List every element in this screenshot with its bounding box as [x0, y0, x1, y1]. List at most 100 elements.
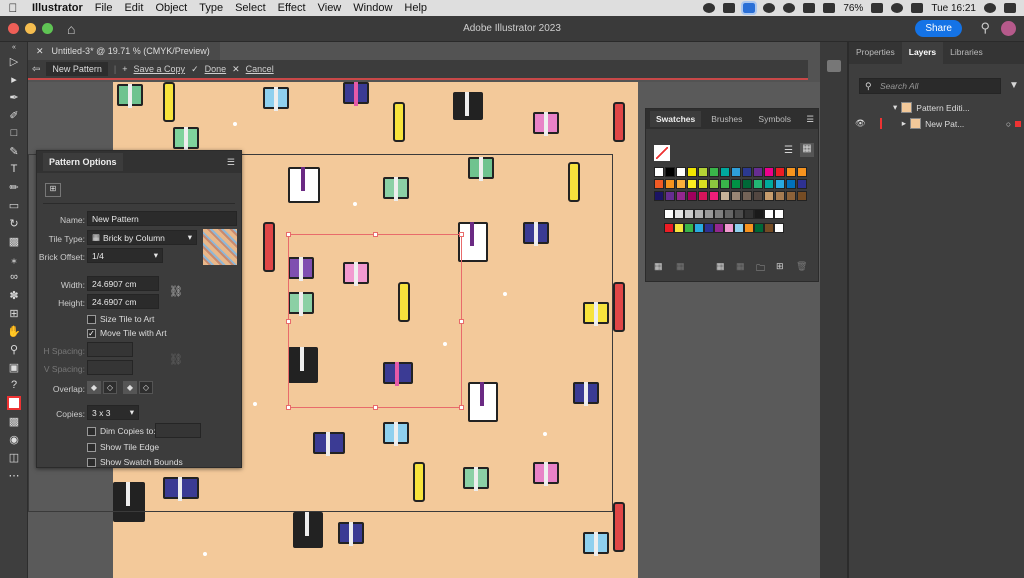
apple-icon[interactable]:  [0, 1, 26, 15]
color-group-swatch[interactable] [734, 223, 744, 233]
screen-mode-icon[interactable]: ◫ [0, 448, 28, 466]
target-icon[interactable]: ○ [1006, 119, 1011, 129]
more-tools-icon[interactable]: ⋯ [0, 466, 28, 484]
color-swatch[interactable] [753, 179, 763, 189]
color-swatch[interactable] [775, 191, 785, 201]
direct-selection-tool-icon[interactable]: ▸ [0, 70, 28, 88]
tab-libraries[interactable]: Libraries [943, 42, 990, 64]
tab-layers[interactable]: Layers [901, 42, 944, 64]
gray-swatch[interactable] [744, 209, 754, 219]
battery-icon[interactable] [871, 3, 884, 13]
gray-swatch[interactable] [664, 209, 674, 219]
tile-editor-icon[interactable]: ⊞ [45, 183, 61, 197]
color-swatch[interactable] [742, 167, 752, 177]
done-link[interactable]: Done [205, 64, 227, 74]
color-swatch[interactable] [687, 179, 697, 189]
tile-handle[interactable] [373, 405, 378, 410]
new-swatch-icon[interactable]: ⊞ [776, 261, 784, 272]
name-field[interactable]: New Pattern [87, 211, 237, 226]
color-group-swatch[interactable] [674, 223, 684, 233]
gradient-tool-icon[interactable]: ▩ [0, 232, 28, 250]
menu-view[interactable]: View [312, 2, 348, 14]
color-swatch[interactable] [665, 179, 675, 189]
sync-icon[interactable] [783, 3, 796, 13]
cancel-link[interactable]: Cancel [246, 64, 274, 74]
pencil-tool-icon[interactable]: ✏ [0, 178, 28, 196]
delete-swatch-icon[interactable]: 🗑 [796, 261, 807, 272]
color-swatch[interactable] [797, 191, 807, 201]
color-swatch[interactable] [709, 191, 719, 201]
back-arrow-icon[interactable]: ⇦ [32, 64, 40, 75]
menu-object[interactable]: Object [149, 2, 193, 14]
tile-handle[interactable] [286, 405, 291, 410]
search-icon[interactable]: ⚲ [980, 20, 990, 36]
document-tab[interactable]: ✕ Untitled-3* @ 19.71 % (CMYK/Preview) [28, 42, 220, 60]
overlap-bottom-in-front-icon[interactable]: ◇ [139, 381, 153, 394]
color-mode-icon[interactable]: ▩ [0, 412, 28, 430]
color-swatch[interactable] [720, 179, 730, 189]
show-tile-edge-checkbox[interactable]: Show Tile Edge [87, 442, 159, 452]
color-swatch[interactable] [786, 167, 796, 177]
menu-help[interactable]: Help [398, 2, 433, 14]
record-icon[interactable] [703, 3, 716, 13]
curvature-tool-icon[interactable]: ✐ [0, 106, 28, 124]
eyedropper-tool-icon[interactable]: ⁎ [0, 250, 28, 268]
pen-tool-icon[interactable]: ✒ [0, 88, 28, 106]
swatch-options-icon[interactable]: ▦ [716, 261, 725, 272]
profile-avatar[interactable] [1001, 21, 1016, 36]
color-swatch[interactable] [742, 179, 752, 189]
blend-tool-icon[interactable]: ∞ [0, 268, 28, 286]
color-swatch[interactable] [731, 167, 741, 177]
dim-copies-checkbox[interactable]: Dim Copies to: [87, 426, 156, 436]
user-avatar-icon[interactable] [984, 3, 996, 13]
color-swatch[interactable] [720, 191, 730, 201]
color-group-swatch[interactable] [764, 223, 774, 233]
comments-icon[interactable] [827, 60, 841, 72]
tab-brushes[interactable]: Brushes [705, 111, 748, 127]
save-copy-link[interactable]: Save a Copy [134, 64, 186, 74]
new-folder-icon[interactable]: 🗀 [756, 261, 765, 277]
collapse-toolbar-icon[interactable]: « [0, 42, 28, 52]
color-swatch[interactable] [676, 191, 686, 201]
tile-handle[interactable] [459, 405, 464, 410]
selection-tool-icon[interactable]: ▷ [0, 52, 28, 70]
help-icon[interactable]: ? [0, 376, 28, 394]
color-swatch[interactable] [709, 179, 719, 189]
pattern-tile-bounds[interactable] [286, 232, 464, 410]
brick-offset-select[interactable]: 1/4 ▾ [87, 248, 163, 263]
color-swatch[interactable] [786, 179, 796, 189]
color-swatch[interactable] [742, 191, 752, 201]
clock[interactable]: Tue 16:21 [931, 3, 976, 14]
width-field[interactable]: 24.6907 cm [87, 276, 159, 291]
link-proportions-icon[interactable]: ⛓ [169, 285, 183, 298]
rotate-tool-icon[interactable]: ↻ [0, 214, 28, 232]
artboard-tool-icon[interactable]: ⊞ [0, 304, 28, 322]
gray-swatch[interactable] [764, 209, 774, 219]
tile-handle[interactable] [459, 232, 464, 237]
color-swatch[interactable] [687, 191, 697, 201]
default-fill-stroke-icon[interactable]: ▣ [0, 358, 28, 376]
symbol-sprayer-tool-icon[interactable]: ✽ [0, 286, 28, 304]
color-group-swatch[interactable] [684, 223, 694, 233]
color-swatch[interactable] [676, 167, 686, 177]
close-window-button[interactable] [8, 23, 19, 34]
color-swatch[interactable] [687, 167, 697, 177]
draw-mode-icon[interactable]: ◉ [0, 430, 28, 448]
color-swatch[interactable] [654, 167, 664, 177]
color-swatch[interactable] [786, 191, 796, 201]
gray-swatch[interactable] [684, 209, 694, 219]
menu-file[interactable]: File [89, 2, 119, 14]
color-swatch[interactable] [731, 191, 741, 201]
tab-symbols[interactable]: Symbols [752, 111, 797, 127]
spotlight-icon[interactable] [891, 3, 904, 13]
tile-handle[interactable] [286, 232, 291, 237]
panel-menu-icon[interactable]: ☰ [806, 114, 818, 125]
color-swatch[interactable] [676, 179, 686, 189]
color-group-swatch[interactable] [714, 223, 724, 233]
stop-icon[interactable] [723, 3, 736, 13]
tab-properties[interactable]: Properties [849, 42, 902, 64]
layer-row-new-pattern[interactable]: 👁 ▸ New Pat... ○ [849, 116, 1024, 131]
layer-row-pattern-editing[interactable]: ▾ Pattern Editi... [849, 100, 1024, 115]
color-swatch[interactable] [709, 167, 719, 177]
visibility-eye-icon[interactable]: 👁 [855, 118, 866, 129]
